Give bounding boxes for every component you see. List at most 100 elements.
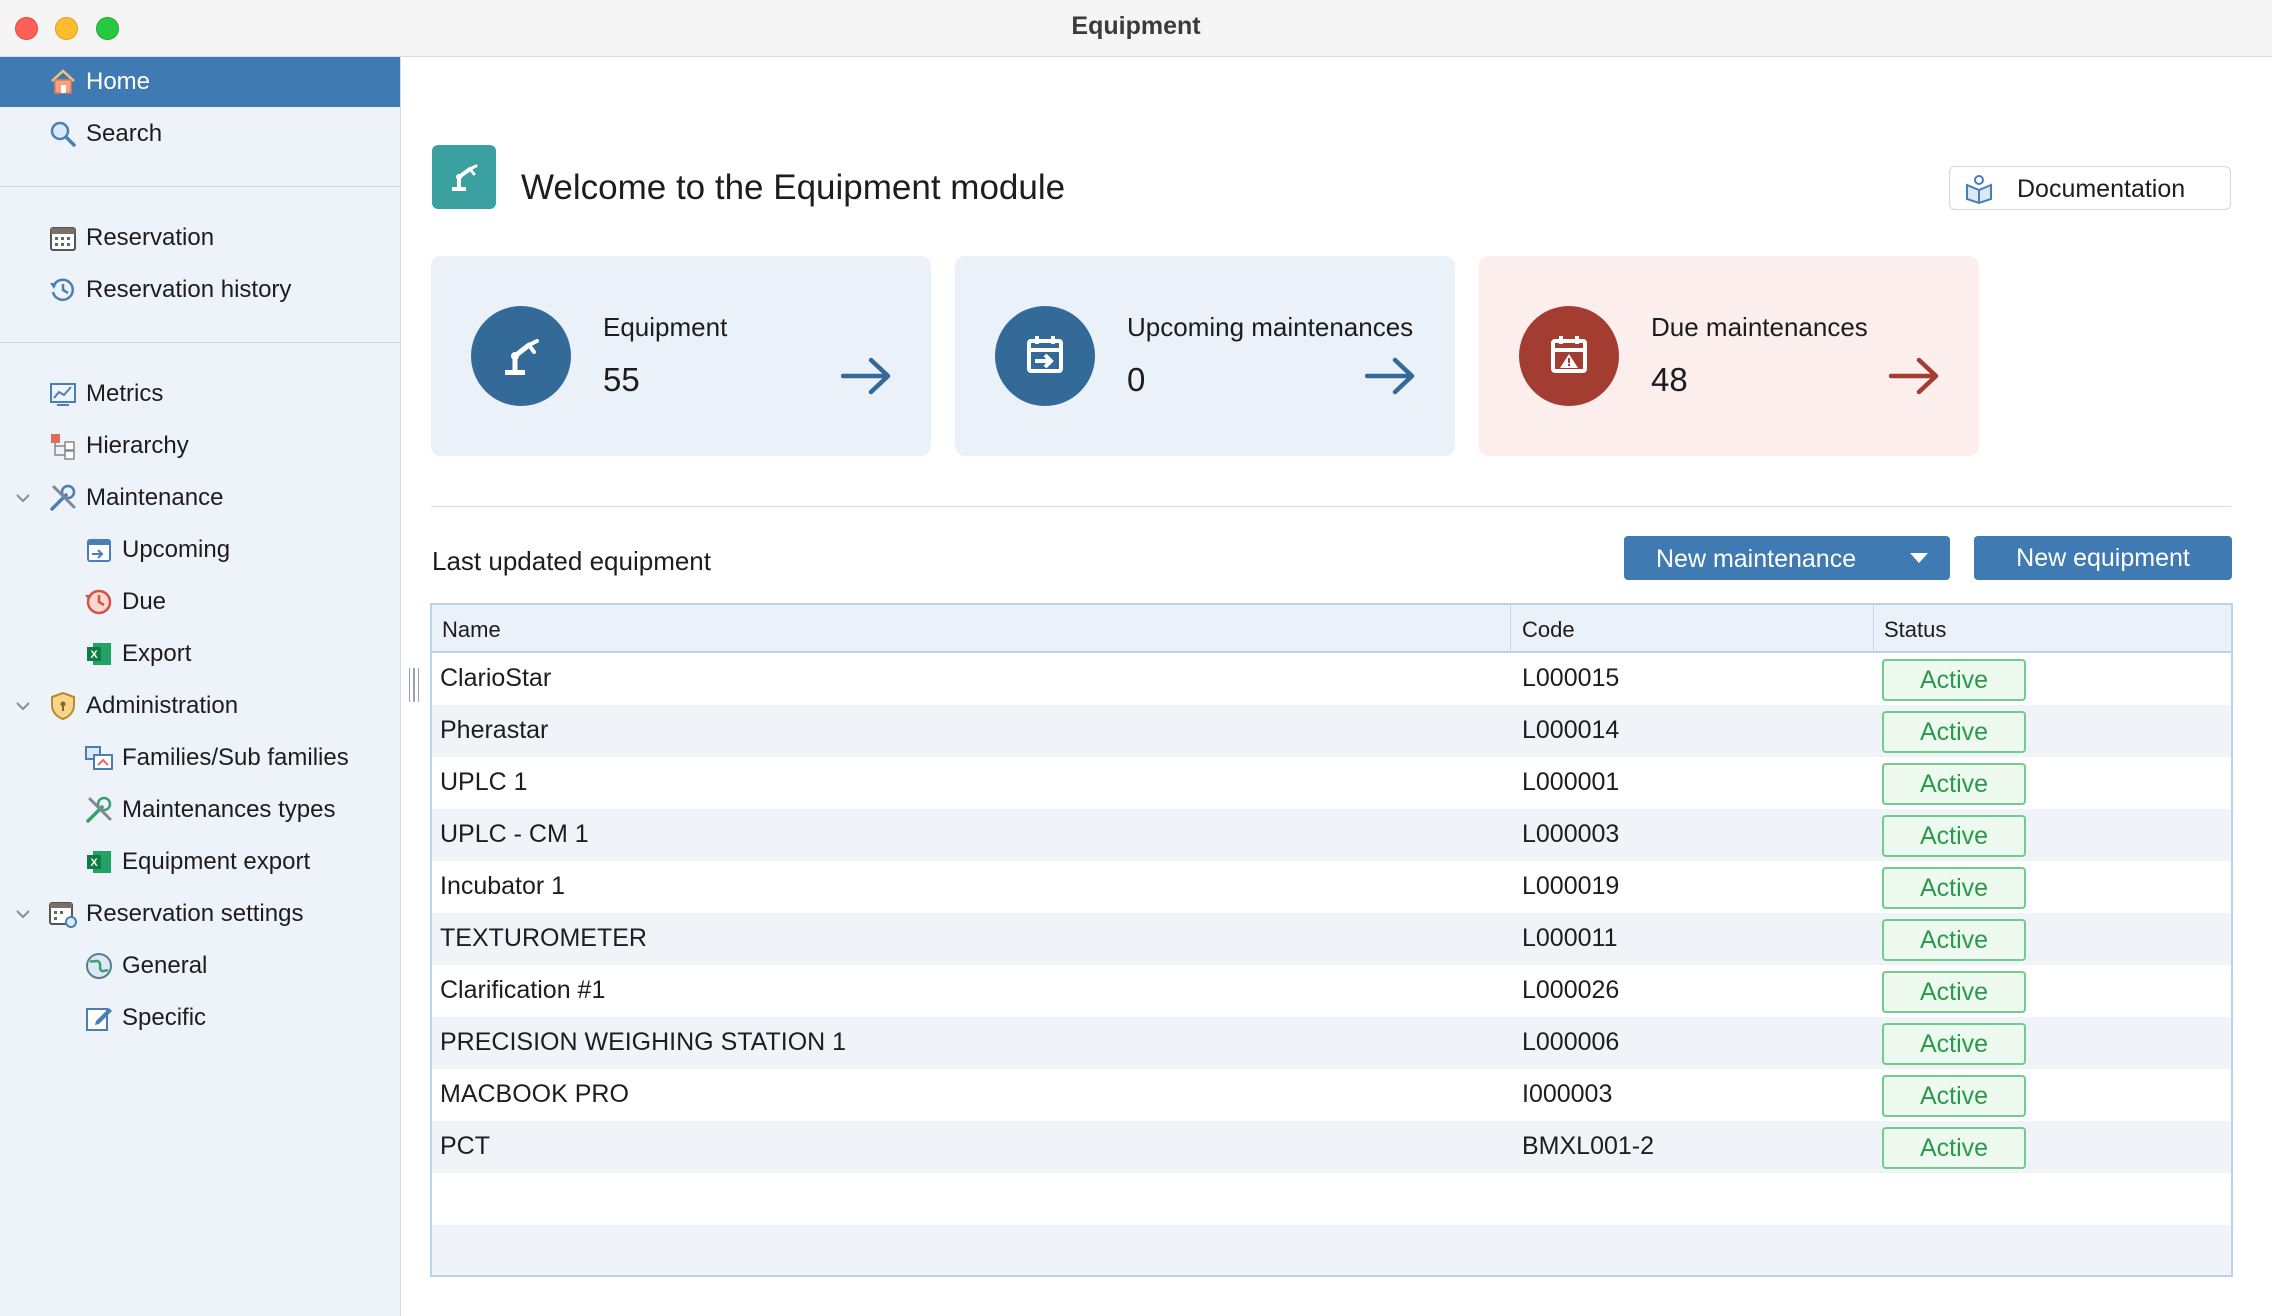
sidebar-item-export[interactable]: X Export bbox=[0, 629, 400, 679]
sidebar-item-metrics[interactable]: Metrics bbox=[0, 369, 400, 419]
column-divider[interactable] bbox=[1873, 605, 1874, 653]
cell-code: L000019 bbox=[1522, 872, 1620, 900]
column-divider[interactable] bbox=[1510, 605, 1511, 653]
status-badge: Active bbox=[1882, 867, 2026, 909]
search-icon bbox=[47, 118, 79, 150]
cell-name: Clarification #1 bbox=[440, 976, 606, 1004]
sidebar-item-upcoming[interactable]: Upcoming bbox=[0, 525, 400, 575]
cell-code: L000006 bbox=[1522, 1028, 1620, 1056]
sidebar-divider bbox=[0, 186, 400, 187]
arrow-right-icon[interactable] bbox=[1888, 356, 1941, 401]
sidebar-item-general[interactable]: General bbox=[0, 941, 400, 991]
sidebar-item-families[interactable]: Families/Sub families bbox=[0, 733, 400, 783]
new-equipment-button[interactable]: New equipment bbox=[1974, 536, 2232, 580]
sidebar-divider bbox=[0, 342, 400, 343]
title-bar: Equipment bbox=[0, 0, 2272, 57]
cell-code: L000014 bbox=[1522, 716, 1620, 744]
sidebar-item-maintenances-types[interactable]: Maintenances types bbox=[0, 785, 400, 835]
cell-name: Pherastar bbox=[440, 716, 549, 744]
table-row-empty bbox=[432, 1173, 2231, 1225]
tools-icon bbox=[83, 794, 115, 826]
chevron-down-icon[interactable] bbox=[13, 488, 33, 508]
table-row[interactable]: TEXTUROMETER L000011 Active bbox=[432, 913, 2231, 965]
sidebar-item-reservation-settings[interactable]: Reservation settings bbox=[0, 889, 400, 939]
chevron-down-icon[interactable] bbox=[13, 696, 33, 716]
cell-name: UPLC - CM 1 bbox=[440, 820, 589, 848]
section-title: Last updated equipment bbox=[432, 546, 711, 576]
sidebar-resize-handle[interactable] bbox=[409, 668, 419, 702]
status-badge: Active bbox=[1882, 919, 2026, 961]
sidebar-item-hierarchy[interactable]: Hierarchy bbox=[0, 421, 400, 471]
equipment-module-icon bbox=[432, 145, 496, 209]
cell-code: L000015 bbox=[1522, 664, 1620, 692]
sidebar: Home Search Reservation Reservation hist… bbox=[0, 57, 401, 1316]
cell-code: BMXL001-2 bbox=[1522, 1132, 1655, 1160]
shield-icon bbox=[47, 690, 79, 722]
status-badge: Active bbox=[1882, 815, 2026, 857]
globe-icon bbox=[83, 950, 115, 982]
cell-name: PRECISION WEIGHING STATION 1 bbox=[440, 1028, 847, 1056]
status-badge: Active bbox=[1882, 659, 2026, 701]
sidebar-item-maintenance[interactable]: Maintenance bbox=[0, 473, 400, 523]
card-title: Equipment bbox=[603, 312, 728, 342]
cell-name: ClarioStar bbox=[440, 664, 552, 692]
svg-text:X: X bbox=[90, 857, 98, 869]
table-row[interactable]: Pherastar L000014 Active bbox=[432, 705, 2231, 757]
new-maintenance-button[interactable]: New maintenance bbox=[1624, 536, 1950, 580]
arrow-right-icon[interactable] bbox=[1364, 356, 1417, 401]
sidebar-item-specific[interactable]: Specific bbox=[0, 993, 400, 1043]
chevron-down-icon[interactable] bbox=[13, 904, 33, 924]
table-row[interactable]: Clarification #1 L000026 Active bbox=[432, 965, 2231, 1017]
cell-name: TEXTUROMETER bbox=[440, 924, 647, 952]
column-header-code[interactable]: Code bbox=[1522, 617, 1575, 643]
window-title: Equipment bbox=[1071, 12, 1201, 40]
upcoming-maintenances-card[interactable]: Upcoming maintenances 0 bbox=[955, 256, 1455, 456]
cell-code: L000003 bbox=[1522, 820, 1620, 848]
cell-code: L000026 bbox=[1522, 976, 1620, 1004]
sidebar-item-due[interactable]: Due bbox=[0, 577, 400, 627]
sidebar-item-reservation[interactable]: Reservation bbox=[0, 213, 400, 263]
sidebar-item-home[interactable]: Home bbox=[0, 57, 400, 107]
equipment-card[interactable]: Equipment 55 bbox=[431, 256, 931, 456]
table-row[interactable]: PCT BMXL001-2 Active bbox=[432, 1121, 2231, 1173]
documentation-button[interactable]: Documentation bbox=[1949, 166, 2231, 210]
status-badge: Active bbox=[1882, 763, 2026, 805]
sidebar-item-administration[interactable]: Administration bbox=[0, 681, 400, 731]
due-maintenances-card[interactable]: Due maintenances 48 bbox=[1479, 256, 1979, 456]
sidebar-item-equipment-export[interactable]: X Equipment export bbox=[0, 837, 400, 887]
status-badge: Active bbox=[1882, 711, 2026, 753]
column-header-name[interactable]: Name bbox=[442, 617, 501, 643]
table-header: Name Code Status bbox=[432, 605, 2231, 653]
arrow-right-icon[interactable] bbox=[840, 356, 893, 401]
table-row[interactable]: UPLC 1 L000001 Active bbox=[432, 757, 2231, 809]
cell-name: MACBOOK PRO bbox=[440, 1080, 629, 1108]
card-value: 55 bbox=[603, 361, 640, 398]
table-row[interactable]: UPLC - CM 1 L000003 Active bbox=[432, 809, 2231, 861]
cell-name: UPLC 1 bbox=[440, 768, 528, 796]
equipment-table: Name Code Status ClarioStar L000015 Active… bbox=[430, 603, 2233, 1277]
cell-code: I000003 bbox=[1522, 1080, 1613, 1108]
robot-arm-icon bbox=[471, 306, 571, 406]
dropdown-arrow-icon[interactable] bbox=[1910, 553, 1928, 563]
table-row[interactable]: ClarioStar L000015 Active bbox=[432, 653, 2231, 705]
book-icon bbox=[1963, 173, 1995, 212]
table-row[interactable]: PRECISION WEIGHING STATION 1 L000006 Activ… bbox=[432, 1017, 2231, 1069]
table-row[interactable]: Incubator 1 L000019 Active bbox=[432, 861, 2231, 913]
table-row[interactable]: MACBOOK PRO I000003 Active bbox=[432, 1069, 2231, 1121]
page-title: Welcome to the Equipment module bbox=[521, 168, 1066, 207]
svg-text:X: X bbox=[90, 649, 98, 661]
status-badge: Active bbox=[1882, 971, 2026, 1013]
card-title: Upcoming maintenances bbox=[1127, 312, 1414, 342]
cell-code: L000011 bbox=[1522, 924, 1618, 952]
sidebar-item-reservation-history[interactable]: Reservation history bbox=[0, 265, 400, 315]
cell-name: Incubator 1 bbox=[440, 872, 566, 900]
calendar-gear-icon bbox=[47, 898, 79, 930]
tools-icon bbox=[47, 482, 79, 514]
calendar-arrow-icon bbox=[83, 534, 115, 566]
sidebar-item-search[interactable]: Search bbox=[0, 109, 400, 159]
column-header-status[interactable]: Status bbox=[1884, 617, 1946, 643]
calendar-arrow-icon bbox=[995, 306, 1095, 406]
chart-icon bbox=[47, 378, 79, 410]
home-icon bbox=[47, 66, 79, 98]
excel-icon: X bbox=[83, 638, 115, 670]
